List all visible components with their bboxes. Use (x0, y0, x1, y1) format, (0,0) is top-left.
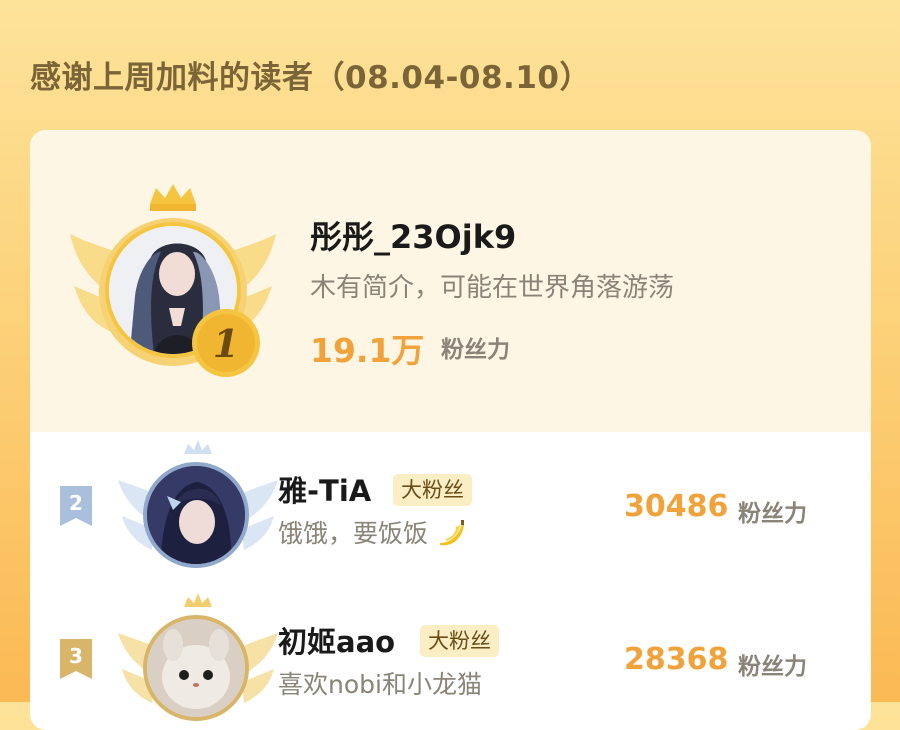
rank-1-description: 木有简介，可能在世界角落游荡 (310, 273, 675, 303)
svg-text:3: 3 (69, 644, 83, 668)
rank-2-row[interactable]: 2 雅-TiA 大粉丝 饿饿，要饭饭 30486 粉丝力 (30, 432, 871, 582)
rank-3-score-unit: 粉丝力 (738, 654, 807, 680)
rank-1-name[interactable]: 彤彤_23Ojk9 (310, 212, 516, 258)
rank-2-description-text: 饿饿，要饭饭 (278, 519, 429, 548)
fan-badge: 大粉丝 (420, 625, 499, 657)
fan-badge: 大粉丝 (393, 474, 472, 506)
rank-1-score: 19.1万 (310, 331, 425, 370)
ranking-card: 1 彤彤_23Ojk9 木有简介，可能在世界角落游荡 19.1万 粉丝力 2 雅… (30, 130, 871, 730)
rank-2-description: 饿饿，要饭饭 (278, 514, 466, 550)
avatar[interactable] (143, 615, 249, 721)
rank-1-row[interactable]: 1 彤彤_23Ojk9 木有简介，可能在世界角落游荡 19.1万 粉丝力 (30, 130, 871, 432)
rank-2-name[interactable]: 雅-TiA (278, 468, 371, 510)
rank-1-medal-icon: 1 (192, 309, 260, 377)
rank-2-score-unit: 粉丝力 (738, 501, 807, 527)
rank-3-description: 喜欢nobi和小龙猫 (278, 670, 482, 699)
rank-3-score: 28368 (624, 642, 729, 677)
avatar[interactable] (143, 462, 249, 568)
banana-icon (439, 520, 464, 546)
rank-1-score-unit: 粉丝力 (441, 337, 510, 363)
svg-text:1: 1 (213, 321, 239, 366)
rank-3-row[interactable]: 3 初姬aao 大粉丝 喜欢nobi和小龙猫 28368 粉丝力 (30, 585, 871, 730)
page-title: 感谢上周加料的读者（08.04-08.10） (30, 60, 591, 96)
rank-3-name[interactable]: 初姬aao (278, 619, 395, 661)
rank-2-flag-icon: 2 (60, 486, 92, 526)
rank-2-score: 30486 (624, 489, 729, 524)
rank-3-flag-icon: 3 (60, 639, 92, 679)
svg-text:2: 2 (69, 491, 83, 515)
